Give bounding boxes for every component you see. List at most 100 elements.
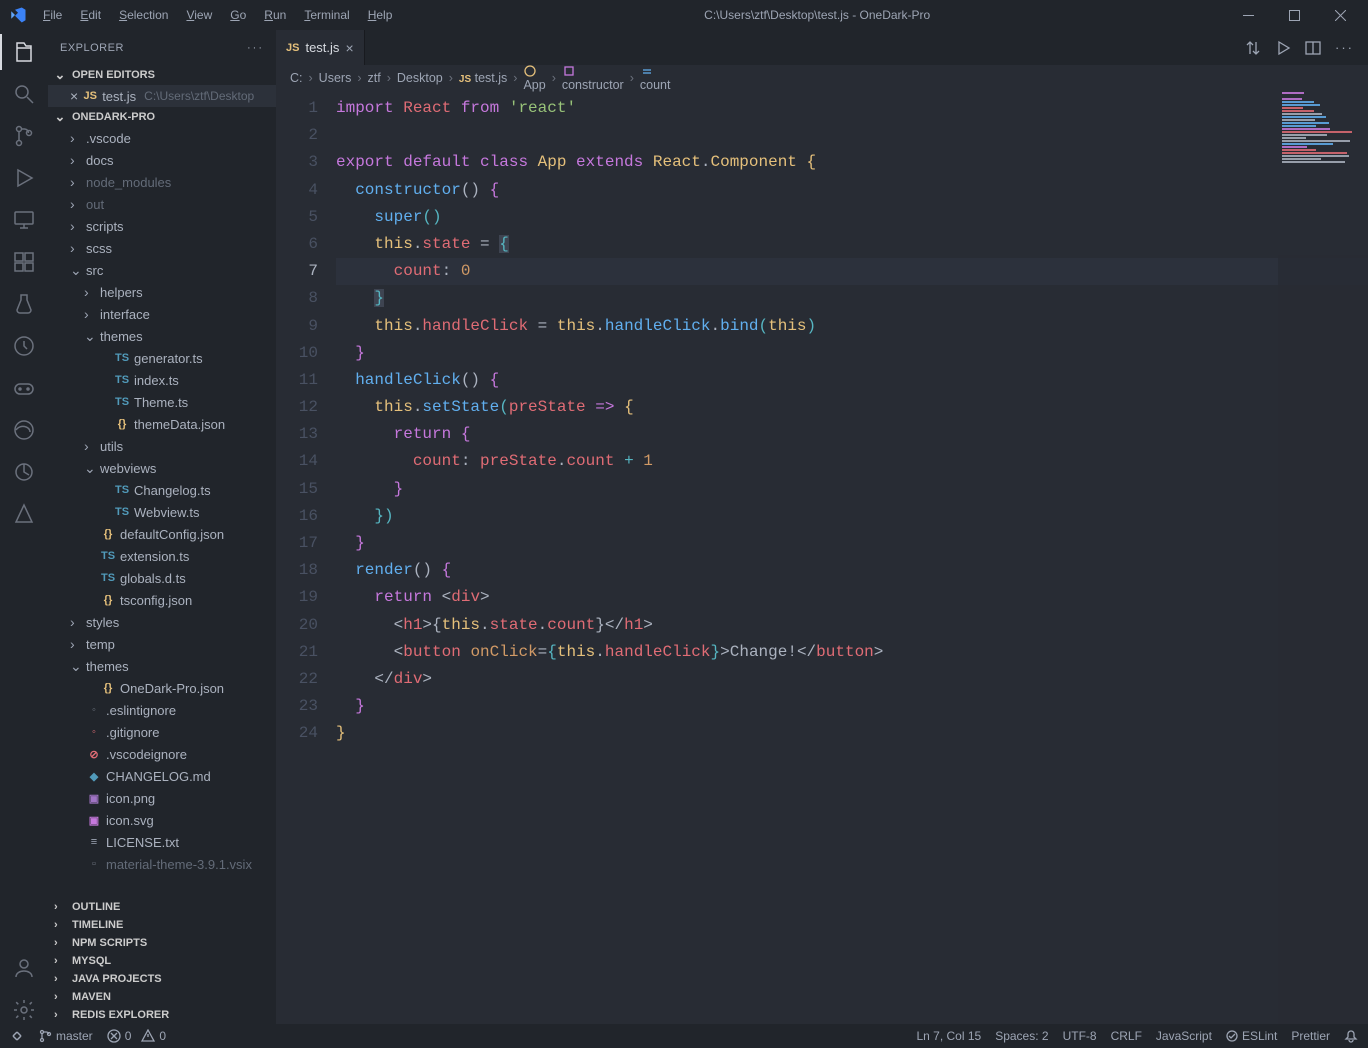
folder-helpers[interactable]: ›helpers <box>48 281 276 303</box>
section-maven[interactable]: ›MAVEN <box>48 988 276 1006</box>
maximize-button[interactable] <box>1280 1 1308 29</box>
extensions-icon[interactable] <box>10 248 38 276</box>
close-button[interactable] <box>1326 1 1354 29</box>
menu-edit[interactable]: Edit <box>72 4 109 26</box>
run-icon[interactable] <box>1275 40 1291 56</box>
prettier-status[interactable]: Prettier <box>1291 1029 1330 1043</box>
eol[interactable]: CRLF <box>1111 1029 1142 1043</box>
folder-scripts[interactable]: ›scripts <box>48 215 276 237</box>
folder-out[interactable]: ›out <box>48 193 276 215</box>
remote-indicator[interactable] <box>10 1029 24 1043</box>
file-onedark-pro-json[interactable]: {}OneDark-Pro.json <box>48 677 276 699</box>
eslint-status[interactable]: ESLint <box>1226 1029 1277 1043</box>
menu-help[interactable]: Help <box>360 4 401 26</box>
folder-webviews[interactable]: ⌄webviews <box>48 457 276 479</box>
breadcrumb-item[interactable]: constructor <box>562 64 624 92</box>
git-lens-icon[interactable] <box>10 458 38 486</box>
source-control-icon[interactable] <box>10 122 38 150</box>
problems[interactable]: 0 0 <box>107 1029 166 1043</box>
testing-icon[interactable] <box>10 290 38 318</box>
file-webview-ts[interactable]: TSWebview.ts <box>48 501 276 523</box>
breadcrumb-item[interactable]: Desktop <box>397 71 443 85</box>
open-editor-item[interactable]: × JS test.js C:\Users\ztf\Desktop <box>48 85 276 107</box>
encoding[interactable]: UTF-8 <box>1063 1029 1097 1043</box>
git-branch[interactable]: master <box>38 1029 93 1043</box>
section-npm-scripts[interactable]: ›NPM SCRIPTS <box>48 934 276 952</box>
section-java-projects[interactable]: ›JAVA PROJECTS <box>48 970 276 988</box>
breadcrumb-item[interactable]: App <box>523 64 545 92</box>
breadcrumb-item[interactable]: count <box>640 64 671 92</box>
file-theme-ts[interactable]: TSTheme.ts <box>48 391 276 413</box>
file-generator-ts[interactable]: TSgenerator.ts <box>48 347 276 369</box>
breadcrumb-item[interactable]: ztf <box>368 71 381 85</box>
file-material-theme-3-9-1-vsix[interactable]: ▫material-theme-3.9.1.vsix <box>48 853 276 875</box>
breadcrumb-item[interactable]: JS test.js <box>459 71 507 85</box>
language-mode[interactable]: JavaScript <box>1156 1029 1212 1043</box>
timeline-icon[interactable] <box>10 332 38 360</box>
file-icon-svg[interactable]: ▣icon.svg <box>48 809 276 831</box>
folder-temp[interactable]: ›temp <box>48 633 276 655</box>
azure-icon[interactable] <box>10 500 38 528</box>
explorer-icon[interactable] <box>10 38 38 66</box>
menu-run[interactable]: Run <box>256 4 294 26</box>
breadcrumb[interactable]: C:› Users› ztf› Desktop›JS test.js› App›… <box>276 65 1368 91</box>
file-changelog-ts[interactable]: TSChangelog.ts <box>48 479 276 501</box>
notifications-icon[interactable] <box>1344 1029 1358 1043</box>
file-themedata-json[interactable]: {}themeData.json <box>48 413 276 435</box>
folder-styles[interactable]: ›styles <box>48 611 276 633</box>
file--eslintignore[interactable]: ◦.eslintignore <box>48 699 276 721</box>
code-editor[interactable]: 123456789101112131415161718192021222324 … <box>276 91 1368 1024</box>
search-icon[interactable] <box>10 80 38 108</box>
edge-icon[interactable] <box>10 416 38 444</box>
menu-go[interactable]: Go <box>222 4 254 26</box>
code-content[interactable]: import React from 'react'export default … <box>336 91 1368 1024</box>
run-debug-icon[interactable] <box>10 164 38 192</box>
folder-utils[interactable]: ›utils <box>48 435 276 457</box>
cursor-position[interactable]: Ln 7, Col 15 <box>916 1029 981 1043</box>
menu-terminal[interactable]: Terminal <box>296 4 357 26</box>
remote-explorer-icon[interactable] <box>10 206 38 234</box>
game-icon[interactable] <box>10 374 38 402</box>
folder-themes[interactable]: ⌄themes <box>48 325 276 347</box>
folder-src[interactable]: ⌄src <box>48 259 276 281</box>
section-mysql[interactable]: ›MYSQL <box>48 952 276 970</box>
file-index-ts[interactable]: TSindex.ts <box>48 369 276 391</box>
file-extension-ts[interactable]: TSextension.ts <box>48 545 276 567</box>
folder-node_modules[interactable]: ›node_modules <box>48 171 276 193</box>
minimap[interactable] <box>1278 91 1368 1024</box>
file-changelog-md[interactable]: ◆CHANGELOG.md <box>48 765 276 787</box>
folder-scss[interactable]: ›scss <box>48 237 276 259</box>
folder--vscode[interactable]: ›.vscode <box>48 127 276 149</box>
accounts-icon[interactable] <box>10 954 38 982</box>
breadcrumb-item[interactable]: C: <box>290 71 303 85</box>
open-editors-header[interactable]: ⌄OPEN EDITORS <box>48 65 276 85</box>
menu-view[interactable]: View <box>178 4 220 26</box>
folder-themes[interactable]: ⌄themes <box>48 655 276 677</box>
close-icon[interactable]: × <box>70 88 78 104</box>
more-icon[interactable]: ··· <box>1335 40 1354 55</box>
tab-testjs[interactable]: JS test.js × <box>276 30 365 65</box>
file-tsconfig-json[interactable]: {}tsconfig.json <box>48 589 276 611</box>
folder-docs[interactable]: ›docs <box>48 149 276 171</box>
file--gitignore[interactable]: ◦.gitignore <box>48 721 276 743</box>
file-defaultconfig-json[interactable]: {}defaultConfig.json <box>48 523 276 545</box>
section-timeline[interactable]: ›TIMELINE <box>48 916 276 934</box>
workspace-header[interactable]: ⌄ONEDARK-PRO <box>48 107 276 127</box>
folder-interface[interactable]: ›interface <box>48 303 276 325</box>
minimize-button[interactable] <box>1234 1 1262 29</box>
menu-selection[interactable]: Selection <box>111 4 176 26</box>
section-redis-explorer[interactable]: ›REDIS EXPLORER <box>48 1006 276 1024</box>
compare-icon[interactable] <box>1245 40 1261 56</box>
section-outline[interactable]: ›OUTLINE <box>48 898 276 916</box>
file-icon-png[interactable]: ▣icon.png <box>48 787 276 809</box>
file-license-txt[interactable]: ≡LICENSE.txt <box>48 831 276 853</box>
close-icon[interactable]: × <box>345 40 353 56</box>
file-globals-d-ts[interactable]: TSglobals.d.ts <box>48 567 276 589</box>
indentation[interactable]: Spaces: 2 <box>995 1029 1048 1043</box>
menu-file[interactable]: File <box>35 4 70 26</box>
file--vscodeignore[interactable]: ⊘.vscodeignore <box>48 743 276 765</box>
breadcrumb-item[interactable]: Users <box>319 71 352 85</box>
settings-gear-icon[interactable] <box>10 996 38 1024</box>
sidebar-more-icon[interactable]: ··· <box>247 42 264 54</box>
split-icon[interactable] <box>1305 40 1321 56</box>
